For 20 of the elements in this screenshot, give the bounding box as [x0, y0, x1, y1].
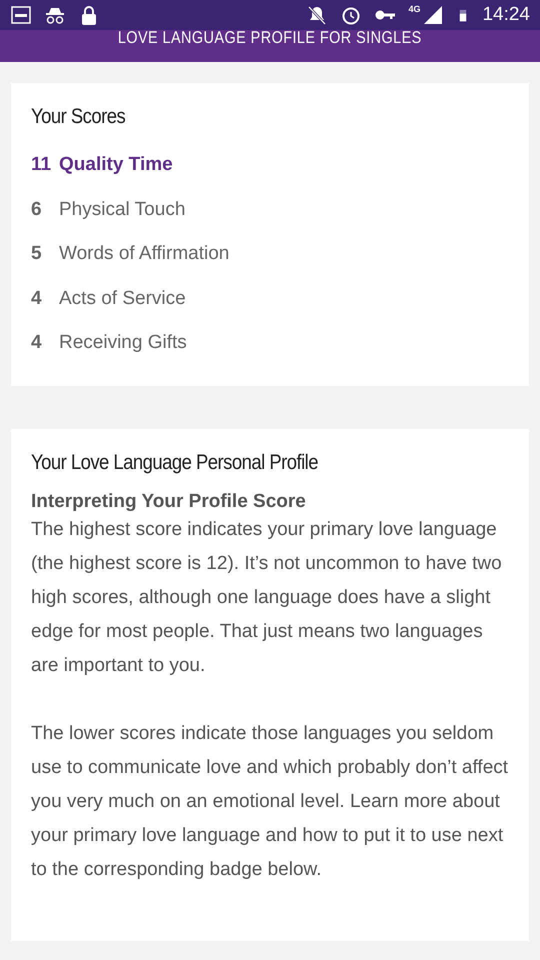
score-value: 4 [31, 288, 43, 310]
clock: 14:24 [482, 4, 530, 26]
score-label: Receiving Gifts [59, 332, 187, 354]
section-subtitle: Interpreting Your Profile Score [31, 490, 307, 512]
signal-icon [422, 4, 444, 26]
score-label: Acts of Service [59, 288, 186, 310]
score-value: 5 [31, 243, 43, 266]
card-title: Your Love Language Personal Profile [31, 450, 318, 474]
keyboard-icon [10, 4, 32, 26]
score-value: 4 [31, 332, 43, 354]
score-label: Quality Time [59, 154, 173, 176]
header-title: LOVE LANGUAGE PROFILE FOR SINGLES [118, 30, 422, 46]
network-type: 4G [408, 4, 420, 14]
paragraph: The lower scores indicate those languages you seldom use to communicate love and which probably don’t affect you very much on an emotional level. Learn more about your primary love language and how to put it to use next to the corresponding badge below. [31, 722, 509, 882]
card-title: Your Scores [31, 105, 126, 129]
score-label: Physical Touch [59, 198, 186, 221]
muted-bell-icon [306, 4, 328, 26]
score-value: 6 [31, 198, 43, 221]
score-label: Words of Affirmation [59, 243, 230, 266]
paragraph: The highest score indicates your primary love language (the highest score is 12). It’s not uncommon to have two high scores, although one language does have a slight edge for most people. That just means two languages are important to you. [31, 518, 503, 678]
